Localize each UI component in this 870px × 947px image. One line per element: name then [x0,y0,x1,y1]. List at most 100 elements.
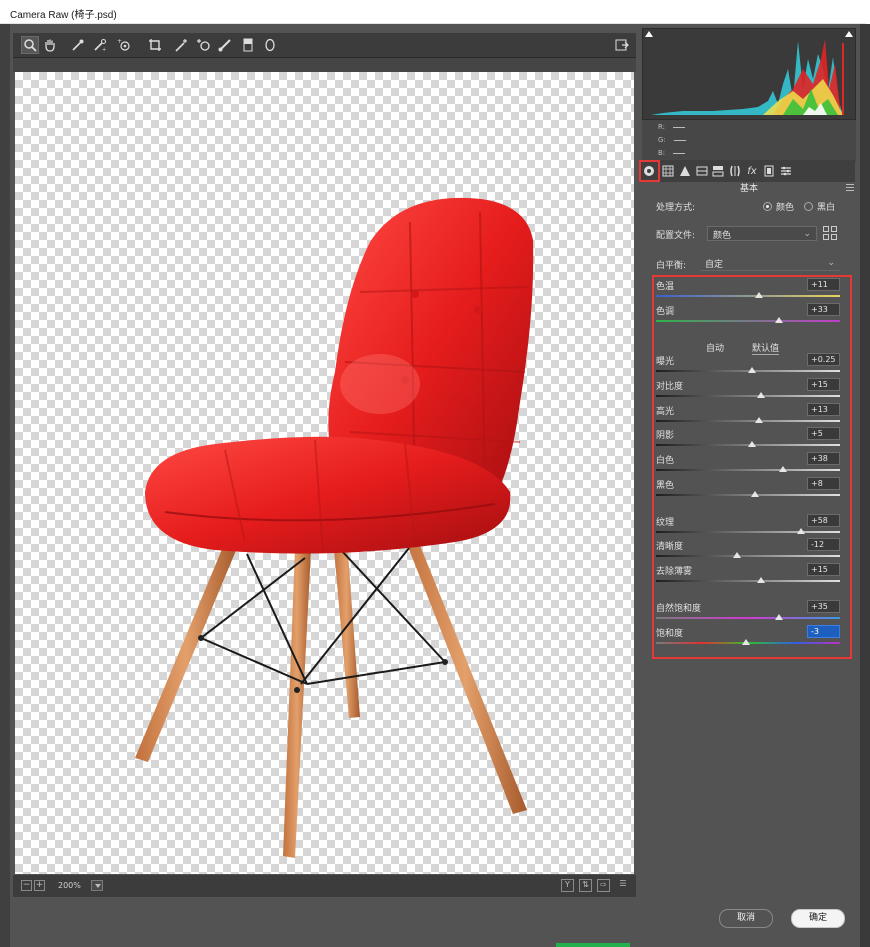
svg-text:+: + [102,47,106,52]
swap-settings-icon[interactable]: ⇅ [579,879,592,892]
clarity-slider-thumb[interactable] [732,552,741,558]
default-button[interactable]: 默认值 [752,341,780,355]
chevron-down-icon: ⌄ [803,229,811,239]
image-canvas[interactable] [15,72,634,874]
highlights-value-field[interactable]: +13 [807,403,840,416]
tint-slider-thumb[interactable] [775,317,784,323]
copy-settings-icon[interactable]: ⇨ [597,879,610,892]
highlights-label: 高光 [656,407,675,417]
detail-tab-icon[interactable] [678,164,692,178]
bw-radio[interactable] [804,202,813,211]
shadow-clipping-icon[interactable] [645,31,653,37]
auto-button[interactable]: 自动 [706,341,724,354]
title-bar: Camera Raw (椅子.psd) [0,0,866,24]
blacks-slider-track[interactable] [656,494,840,496]
temp-slider-thumb[interactable] [755,292,764,298]
color-option-label: 颜色 [776,203,795,213]
profile-dropdown[interactable]: 颜色 ⌄ [707,226,817,241]
temp-slider-track[interactable] [656,295,840,297]
dehaze-slider-track[interactable] [656,580,840,582]
zoom-out-button[interactable]: − [21,880,32,891]
shadows-value-field[interactable]: +5 [807,427,840,440]
graduated-filter-icon[interactable] [239,36,257,54]
tint-label: 色调 [656,307,675,317]
lens-corrections-tab-icon[interactable] [728,164,742,178]
shadows-slider-thumb[interactable] [747,441,756,447]
blacks-value-field[interactable]: +8 [807,477,840,490]
contrast-slider-thumb[interactable] [756,392,765,398]
hsl-tab-icon[interactable] [695,164,709,178]
presets-tab-icon[interactable] [779,164,793,178]
clarity-slider-track[interactable] [656,555,840,557]
highlights-slider-track[interactable] [656,420,840,422]
taskbar-indicator [556,943,630,947]
zoom-in-button[interactable]: + [34,880,45,891]
right-window-edge [860,24,870,947]
panel-menu-icon[interactable] [846,184,854,191]
highlight-clipping-icon[interactable] [845,31,853,37]
clarity-value-field[interactable]: -12 [807,538,840,551]
tint-value-field[interactable]: +33 [807,303,840,316]
wb-value: 自定 [705,260,724,270]
dehaze-slider-thumb[interactable] [756,577,765,583]
canvas-top-bar [13,58,636,72]
crop-icon[interactable] [146,36,164,54]
clarity-label: 清晰度 [656,542,684,552]
whites-slider-thumb[interactable] [778,466,787,472]
split-toning-tab-icon[interactable] [711,164,725,178]
saturation-slider-thumb[interactable] [742,639,751,645]
panel-title: 基本 [739,184,758,194]
adjustment-brush-icon[interactable] [216,36,234,54]
color-radio[interactable] [763,202,772,211]
cancel-button[interactable]: 取消 [719,909,773,928]
tint-slider-track[interactable] [656,320,840,322]
calibration-tab-icon[interactable] [762,164,776,178]
spot-removal-icon[interactable] [194,36,212,54]
whites-slider-track[interactable] [656,469,840,471]
texture-value-field[interactable]: +58 [807,514,840,527]
profile-value: 颜色 [713,231,732,241]
dehaze-value-field[interactable]: +15 [807,563,840,576]
target-adjust-icon[interactable]: + [115,36,133,54]
vibrance-slider-track[interactable] [656,617,840,619]
wb-dropdown[interactable]: 自定 ⌄ [700,256,840,271]
profile-label: 配置文件: [656,231,696,241]
texture-slider-thumb[interactable] [797,528,806,534]
panel-tabs: fx [639,160,855,182]
shadows-label: 阴影 [656,431,675,441]
texture-slider-track[interactable] [656,531,840,533]
vibrance-value-field[interactable]: +35 [807,600,840,613]
profile-browser-icon[interactable] [823,226,838,241]
white-balance-icon[interactable] [69,36,87,54]
zoom-dropdown[interactable] [91,880,103,891]
contrast-value-field[interactable]: +15 [807,378,840,391]
svg-text:+: + [117,38,122,45]
exposure-slider-thumb[interactable] [747,367,756,373]
before-after-y-icon[interactable]: Y [561,879,574,892]
color-sampler-icon[interactable]: + [91,36,109,54]
open-preferences-icon[interactable] [613,36,631,54]
zoom-icon[interactable] [21,36,39,54]
straighten-icon[interactable] [173,36,191,54]
whites-value-field[interactable]: +38 [807,452,840,465]
temp-value-field[interactable]: +11 [807,278,840,291]
saturation-label: 饱和度 [656,629,684,639]
contrast-slider-track[interactable] [656,395,840,397]
saturation-value-field[interactable]: -3 [807,625,840,638]
bw-option-label: 黑白 [817,203,836,213]
exposure-value-field[interactable]: +0.25 [807,353,840,366]
highlights-slider-thumb[interactable] [755,417,764,423]
vibrance-slider-thumb[interactable] [775,614,784,620]
toggle-settings-icon[interactable]: ☰ [616,879,630,892]
exposure-label: 曝光 [656,357,675,367]
tone-curve-tab-icon[interactable] [661,164,675,178]
ok-button[interactable]: 确定 [791,909,845,928]
radial-filter-icon[interactable] [261,36,279,54]
dehaze-label: 去除薄雾 [656,567,693,577]
g-label: G: [658,136,666,144]
effects-tab-icon[interactable]: fx [745,164,759,178]
hand-icon[interactable] [41,36,59,54]
treatment-label: 处理方式: [656,203,696,213]
b-label: B: [658,149,666,157]
blacks-slider-thumb[interactable] [751,491,760,497]
